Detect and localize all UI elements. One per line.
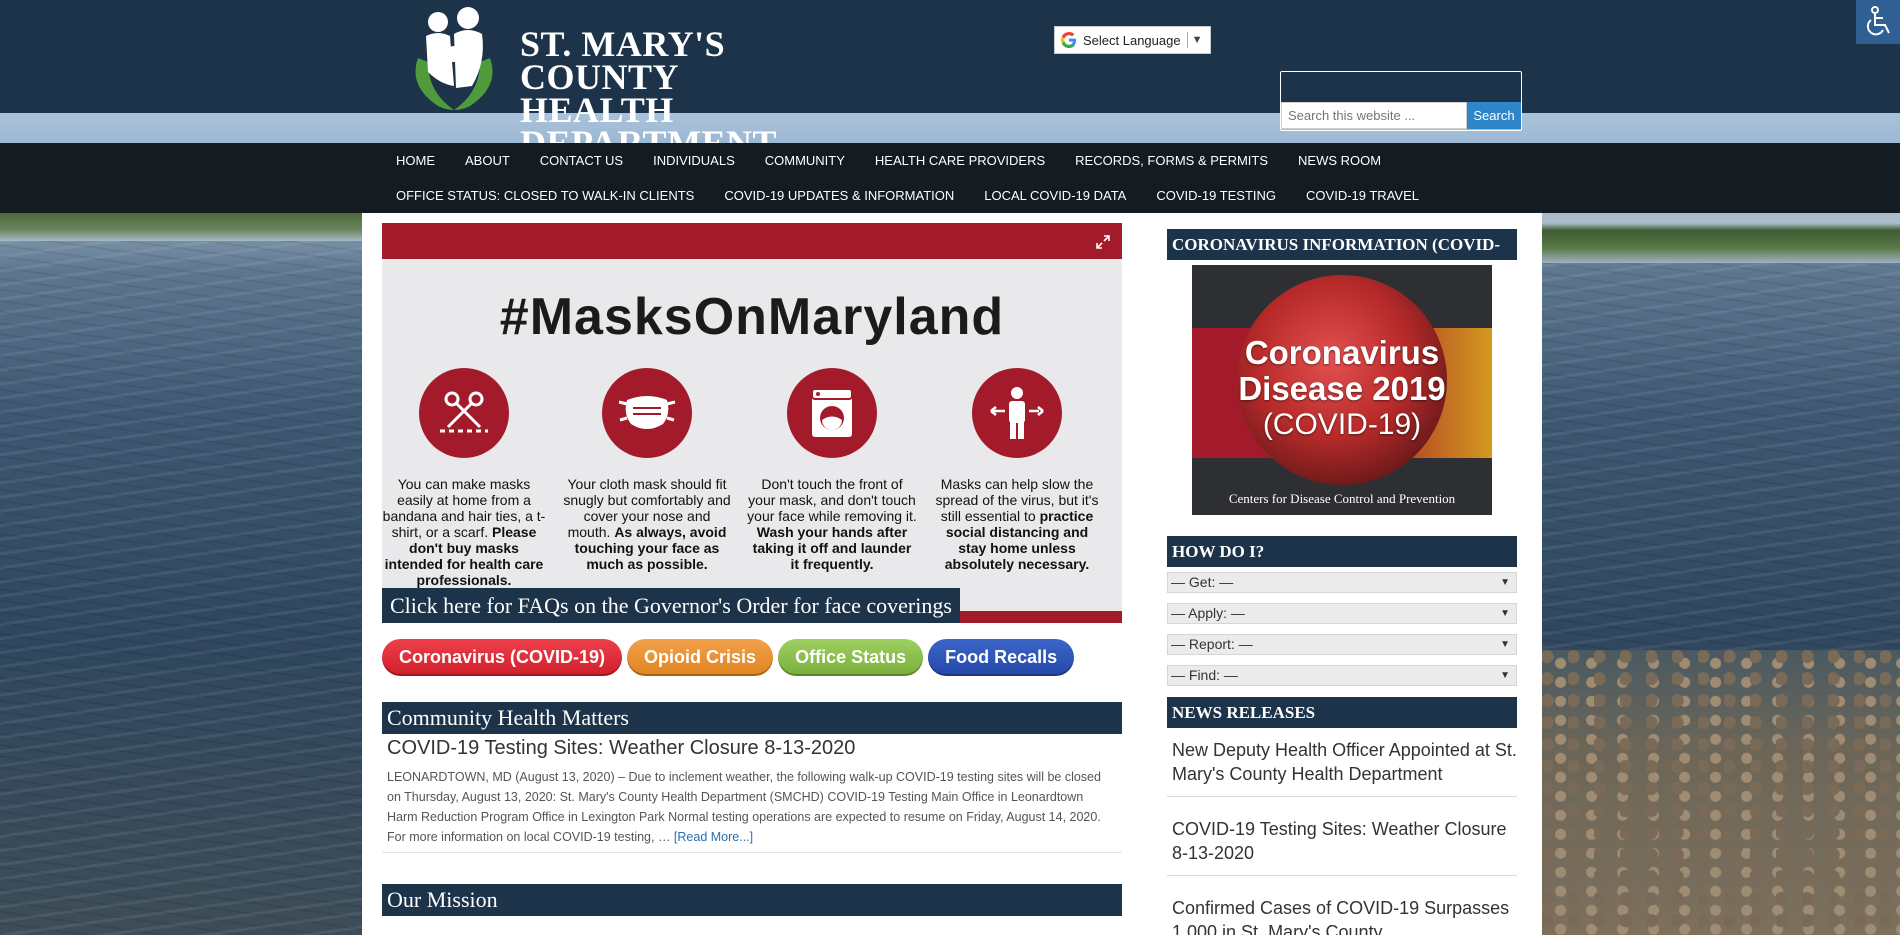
search-input[interactable] [1281,102,1467,129]
covid-banner-title: Coronavirus Disease 2019 (COVID-19) [1192,335,1492,443]
social-distance-icon [972,368,1062,458]
shoreline-right [1542,213,1900,263]
covid-info-heading: CORONAVIRUS INFORMATION (COVID-19) [1167,229,1517,285]
how-do-i-heading: HOW DO I? [1167,536,1517,567]
dropdown-arrow-icon: ▼ [1191,34,1203,46]
apply-select[interactable]: — Apply: — ▼ [1167,603,1517,624]
community-health-heading: Community Health Matters [382,702,1122,734]
article-divider [382,852,1122,853]
dropdown-arrow-icon: ▼ [1500,577,1510,588]
language-select[interactable]: Select Language ▼ [1054,26,1211,54]
nav-about[interactable]: ABOUT [465,143,540,178]
tip-fit-snugly: Your cloth mask should fit snugly but co… [562,368,732,572]
accessibility-button[interactable] [1856,0,1900,44]
shoreline-left [0,213,362,241]
nav-individuals[interactable]: INDIVIDUALS [653,143,765,178]
nav-community[interactable]: COMMUNITY [765,143,875,178]
coronavirus-button[interactable]: Coronavirus (COVID-19) [382,639,623,676]
search-button[interactable]: Search [1467,102,1521,129]
nav-news-room[interactable]: NEWS ROOM [1298,143,1411,178]
opioid-crisis-button[interactable]: Opioid Crisis [627,639,774,676]
our-mission-heading: Our Mission [382,884,1122,916]
tip-text: Masks can help slow the spread of the vi… [932,476,1102,572]
dropdown-arrow-icon: ▼ [1500,639,1510,650]
news-divider [1167,875,1517,876]
language-label: Select Language [1083,32,1181,48]
tip-make-masks: You can make masks easily at home from a… [382,368,549,588]
slide-top-bar [382,223,1122,259]
news-item[interactable]: COVID-19 Testing Sites: Weather Closure … [1172,817,1517,865]
topic-buttons: Coronavirus (COVID-19) Opioid Crisis Off… [382,639,1075,676]
dropdown-arrow-icon: ▼ [1500,608,1510,619]
slide-caption-link[interactable]: Click here for FAQs on the Governor's Or… [382,588,960,623]
tip-emphasis: Wash your hands after taking it off and … [752,524,912,572]
get-select-value: — Get: — [1171,574,1234,590]
header [0,0,1900,113]
find-select[interactable]: — Find: — ▼ [1167,665,1517,686]
nav-office-status[interactable]: OFFICE STATUS: CLOSED TO WALK-IN CLIENTS [396,178,724,213]
covid-line2: Disease 2019 [1238,370,1446,407]
washing-machine-icon [787,368,877,458]
covid-banner[interactable]: Coronavirus Disease 2019 (COVID-19) Cent… [1192,265,1492,515]
nav-contact-us[interactable]: CONTACT US [540,143,653,178]
article-title[interactable]: COVID-19 Testing Sites: Weather Closure … [387,737,855,760]
logo-text: ST. MARY'S COUNTY HEALTH DEPARTMENT [520,24,858,161]
wheelchair-icon [1866,6,1890,36]
report-select-value: — Report: — [1171,636,1253,652]
news-item[interactable]: New Deputy Health Officer Appointed at S… [1172,738,1517,786]
tip-text: Your cloth mask should fit snugly but co… [562,476,732,572]
find-select-value: — Find: — [1171,667,1238,683]
nav-health-care-providers[interactable]: HEALTH CARE PROVIDERS [875,143,1075,178]
cdc-credit: Centers for Disease Control and Preventi… [1228,491,1456,506]
nav-row-secondary: OFFICE STATUS: CLOSED TO WALK-IN CLIENTS… [396,178,1449,213]
site-logo[interactable]: ST. MARY'S COUNTY HEALTH DEPARTMENT [398,6,858,161]
tip-text: Don't touch the front of your mask, and … [747,476,917,572]
nav-local-covid-data[interactable]: LOCAL COVID-19 DATA [984,178,1156,213]
logo-line1: ST. MARY'S COUNTY [520,24,726,97]
mask-icon [602,368,692,458]
office-status-button[interactable]: Office Status [778,639,924,676]
expand-icon[interactable] [1096,235,1110,249]
nav-home[interactable]: HOME [396,143,465,178]
covid-line3: (COVID-19) [1262,408,1422,441]
tip-dont-touch: Don't touch the front of your mask, and … [747,368,917,572]
nav-covid-updates[interactable]: COVID-19 UPDATES & INFORMATION [724,178,984,213]
get-select[interactable]: — Get: — ▼ [1167,572,1517,593]
report-select[interactable]: — Report: — ▼ [1167,634,1517,655]
masks-slide[interactable]: #MasksOnMaryland You can make masks easi… [382,223,1122,623]
nav-records-forms-permits[interactable]: RECORDS, FORMS & PERMITS [1075,143,1298,178]
tip-social-distance: Masks can help slow the spread of the vi… [932,368,1102,572]
tip-body: Don't touch the front of your mask, and … [747,476,917,524]
food-recalls-button[interactable]: Food Recalls [928,639,1075,676]
nav-covid-testing[interactable]: COVID-19 TESTING [1156,178,1306,213]
nav-row-primary: HOME ABOUT CONTACT US INDIVIDUALS COMMUN… [396,143,1411,178]
read-more-link[interactable]: [Read More...] [674,830,753,844]
header-light-band [0,113,1900,143]
language-separator [1186,32,1188,48]
covid-line1: Coronavirus [1244,334,1440,371]
slide-title: #MasksOnMaryland [499,288,1005,346]
apply-select-value: — Apply: — [1171,605,1245,621]
tip-text: You can make masks easily at home from a… [382,476,549,588]
logo-family-icon [415,7,493,110]
rocky-shore [1542,650,1900,935]
google-icon [1061,32,1076,48]
news-divider [1167,796,1517,797]
nav-covid-travel[interactable]: COVID-19 TRAVEL [1306,178,1449,213]
dropdown-arrow-icon: ▼ [1500,670,1510,681]
news-releases-heading: NEWS RELEASES [1167,697,1517,728]
news-item[interactable]: Confirmed Cases of COVID-19 Surpasses 1,… [1172,896,1517,935]
scissors-icon [419,368,509,458]
article-excerpt: LEONARDTOWN, MD (August 13, 2020) – Due … [387,767,1112,847]
